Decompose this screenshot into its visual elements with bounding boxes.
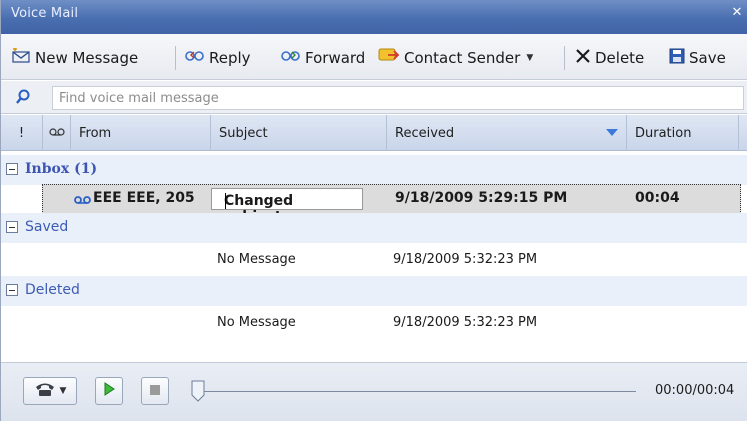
save-icon [669,48,685,68]
table-row[interactable]: No Message 9/18/2009 5:32:23 PM [1,246,747,276]
column-headers: ! From Subject Received Duration [1,115,747,151]
save-button[interactable]: Save [669,47,726,69]
playback-slider-thumb[interactable] [191,380,205,402]
reply-icon [185,49,205,67]
subject-cell: No Message [217,315,296,330]
group-inbox[interactable]: Inbox (1) [1,155,747,185]
received-cell: 9/18/2009 5:32:23 PM [393,315,538,330]
message-list: Inbox (1) EEE EEE, 205 Changed subject 9… [1,152,747,362]
stop-button[interactable] [141,377,169,405]
delete-label: Delete [595,49,645,67]
collapse-icon[interactable] [6,221,18,233]
stop-icon [150,384,160,399]
forward-icon [281,49,301,67]
flag-header-label: ! [18,125,25,141]
contact-sender-button[interactable]: Contact Sender ▼ [378,47,533,69]
received-header-label: Received [395,125,455,141]
phone-device-button[interactable]: ▼ [23,377,77,405]
text-cursor [225,193,226,209]
forward-button[interactable]: Forward [281,47,365,69]
table-row[interactable]: No Message 9/18/2009 5:32:23 PM [1,309,747,339]
group-label: Saved [25,219,69,235]
delete-button[interactable]: Delete [575,47,644,69]
received-cell: 9/18/2009 5:29:15 PM [395,190,568,206]
close-icon[interactable]: ✕ [730,6,744,20]
forward-label: Forward [305,49,366,67]
group-saved[interactable]: Saved [1,213,747,243]
phone-icon [34,381,56,401]
duration-cell: 00:04 [635,190,680,206]
group-label: Inbox (1) [25,161,98,177]
collapse-icon[interactable] [6,163,18,175]
playback-slider-track[interactable] [204,391,636,392]
sort-descending-icon [606,129,618,136]
column-header-type[interactable] [43,115,71,151]
contact-sender-label: Contact Sender [404,49,521,67]
column-header-from[interactable]: From [71,115,211,151]
search-bar [1,81,747,114]
playback-time: 00:00/00:04 [655,383,735,398]
toolbar-divider [564,46,565,70]
collapse-icon[interactable] [6,284,18,296]
search-input[interactable] [52,86,744,110]
duration-header-label: Duration [635,125,692,141]
subject-header-label: Subject [219,125,268,141]
column-header-duration[interactable]: Duration [627,115,739,151]
group-label: Deleted [25,282,80,298]
column-header-received[interactable]: Received [387,115,627,151]
toolbar: New Message Reply Forward Contact Sender… [1,34,747,80]
title-bar: Voice Mail ✕ [1,0,747,34]
search-icon [15,89,31,105]
contact-sender-icon [378,47,400,69]
toolbar-divider [175,46,176,70]
reply-label: Reply [209,49,251,67]
window-title: Voice Mail [11,6,79,21]
column-header-subject[interactable]: Subject [211,115,387,151]
new-message-label: New Message [35,49,139,67]
play-button[interactable] [95,377,123,405]
play-icon [103,382,115,400]
table-row[interactable]: EEE EEE, 205 Changed subject 9/18/2009 5… [42,184,741,225]
column-header-flag[interactable]: ! [1,115,43,151]
subject-cell: No Message [217,252,296,267]
subject-edit-field[interactable]: Changed subject [211,188,363,225]
voicemail-icon [48,126,65,141]
reply-button[interactable]: Reply [185,47,251,69]
group-deleted[interactable]: Deleted [1,276,747,306]
player-bar: ▼ 00:00/00:04 [1,362,747,421]
voicemail-icon [74,193,92,209]
save-label: Save [689,49,726,67]
voice-mail-window: Voice Mail ✕ New Message Reply Forward C… [0,0,747,421]
chevron-down-icon: ▼ [59,386,67,396]
chevron-down-icon[interactable]: ▼ [526,53,533,63]
delete-icon [575,48,591,68]
from-header-label: From [79,125,112,141]
from-cell: EEE EEE, 205 [93,190,195,206]
new-message-button[interactable]: New Message [11,47,138,69]
received-cell: 9/18/2009 5:32:23 PM [393,252,538,267]
new-message-icon [11,47,31,68]
